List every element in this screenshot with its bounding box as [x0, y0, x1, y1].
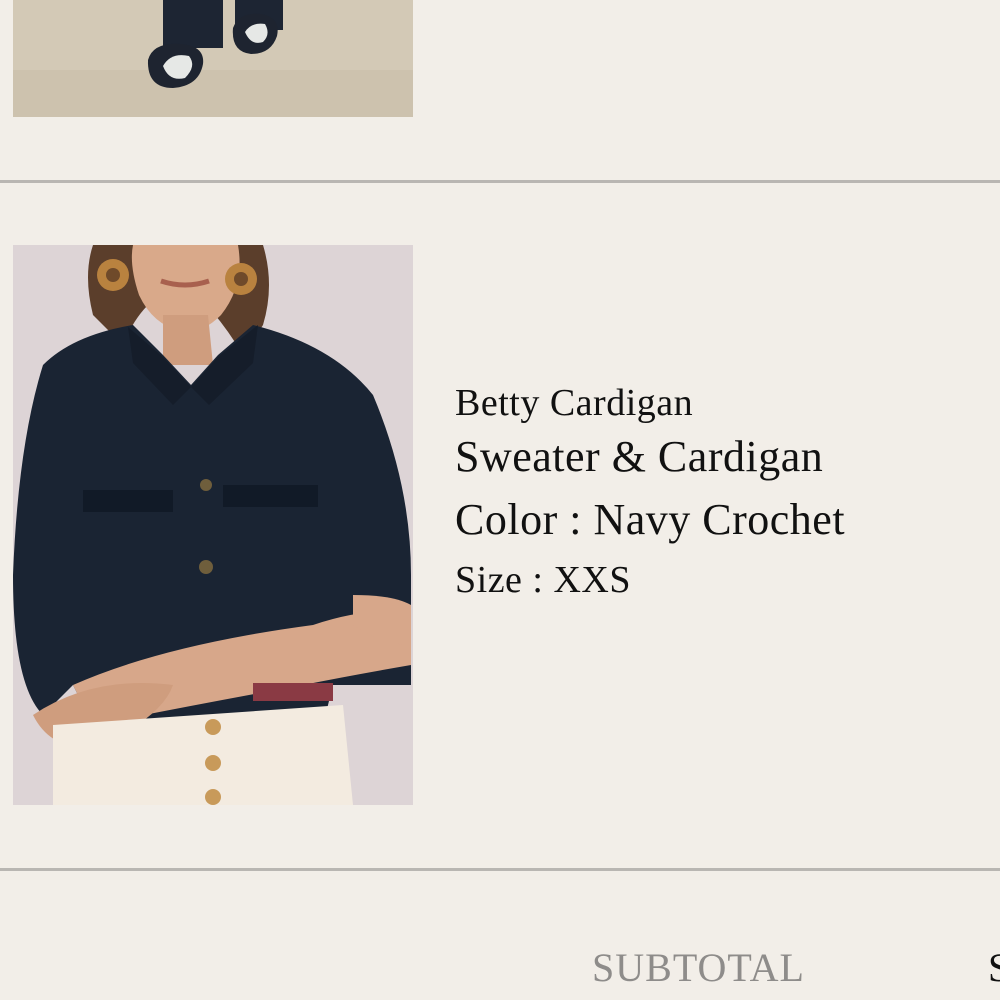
previous-item-photo[interactable] [13, 0, 413, 117]
cart-divider [0, 180, 1000, 183]
cart-divider-bottom [0, 868, 1000, 871]
product-name[interactable]: Betty Cardigan [455, 380, 995, 426]
subtotal-label: SUBTOTAL [592, 945, 805, 990]
product-color: Color : Navy Crochet [455, 495, 846, 544]
subtotal-value: S [988, 945, 1000, 990]
product-details: Betty Cardigan Sweater & Cardigan Color … [455, 380, 995, 608]
product-size: Size : XXS [455, 559, 631, 601]
product-photo[interactable] [13, 245, 413, 805]
previous-item-image [13, 0, 413, 117]
product-category: Sweater & Cardigan [455, 432, 824, 481]
product-image [13, 245, 413, 805]
